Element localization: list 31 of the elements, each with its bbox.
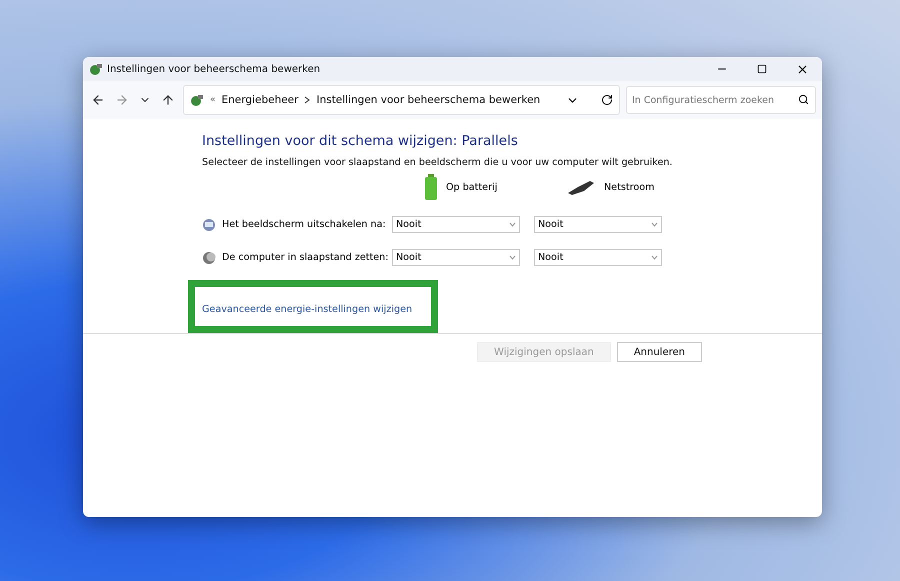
chevron-down-icon (651, 222, 658, 227)
search-icon (798, 94, 809, 105)
column-header: Op batterij (446, 182, 498, 192)
chevron-down-icon (651, 255, 658, 260)
chevron-right-icon (304, 96, 310, 104)
column-header: Netstroom (604, 182, 654, 192)
breadcrumb[interactable]: Instellingen voor beheerschema bewerken (316, 94, 540, 106)
dropdown[interactable]: Nooit (534, 249, 662, 266)
dropdown[interactable]: Nooit (392, 216, 520, 233)
moon-icon (202, 250, 216, 264)
maximize-icon (757, 64, 767, 74)
dropdown[interactable]: Nooit (534, 216, 662, 233)
advanced-settings-link[interactable]: Geavanceerde energie-instellingen wijzigen (202, 304, 412, 315)
chevron-down-icon (509, 222, 516, 227)
overflow-marker[interactable]: « (210, 95, 216, 105)
window-title: Instellingen voor beheerschema bewerken (107, 64, 322, 74)
chevron-down-icon (509, 255, 516, 260)
breadcrumb[interactable]: Energiebeheer (222, 94, 298, 106)
dropdown[interactable]: Nooit (392, 249, 520, 266)
setting-label: De computer in slaapstand zetten: (222, 252, 388, 263)
page-heading: Instellingen voor dit schema wijzigen: Parallels (202, 133, 519, 149)
search-field[interactable]: In Configuratiescherm zoeken (626, 86, 816, 114)
description-text: Selecteer de instellingen voor slaapstand en beeldscherm die u voor uw computer wilt gebruiken. (202, 157, 674, 168)
cancel-button[interactable]: Annuleren (616, 342, 702, 362)
monitor-icon (202, 218, 216, 232)
battery-icon (424, 174, 438, 200)
address-bar[interactable]: « Energiebeheer Instellingen voor beheerschema bewerken (183, 85, 620, 115)
refresh-icon[interactable] (601, 94, 613, 106)
arrow-right-icon (115, 93, 129, 107)
close-icon (796, 62, 808, 76)
setting-label: Het beeldscherm uitschakelen na: (222, 219, 386, 230)
